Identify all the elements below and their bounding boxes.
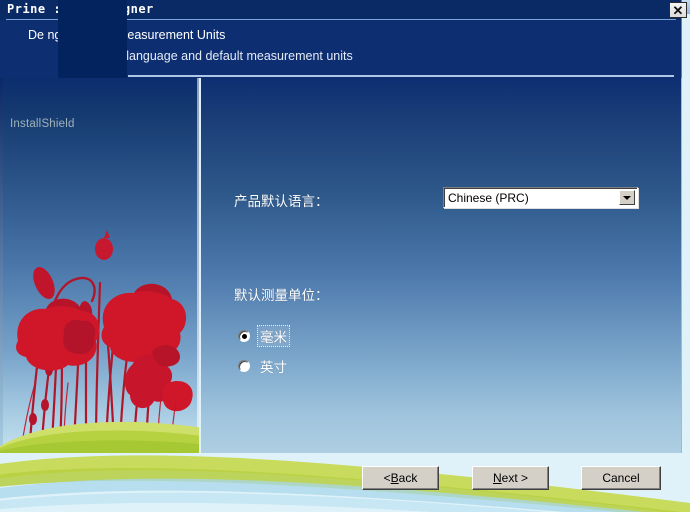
poppy-flowers-illustration (0, 230, 199, 453)
wizard-body: 产品默认语言： Chinese (PRC) 默认测量单位： 毫米 英寸 (0, 78, 690, 512)
cancel-button[interactable]: Cancel (581, 466, 661, 490)
next-button-mnemonic: N (492, 471, 502, 485)
units-radio-inch[interactable]: 英寸 (238, 356, 289, 376)
back-button-mnemonic: B (390, 471, 399, 485)
installer-window: Prine :age Designer ✕ De nguage and Meas… (0, 0, 690, 512)
back-button-prefix: < (383, 471, 391, 485)
header-divider (128, 75, 674, 77)
back-button-suffix: ack (398, 471, 418, 485)
radio-inch-icon[interactable] (238, 360, 250, 372)
units-radio-inch-label: 英寸 (260, 360, 287, 375)
wizard-header-subtitle: erface language and default measurement … (88, 49, 353, 63)
default-language-label: 产品默认语言： (234, 194, 329, 209)
next-button[interactable]: Next > (472, 466, 549, 490)
back-button[interactable]: < Back (362, 466, 439, 490)
units-radio-millimeter[interactable]: 毫米 (238, 325, 290, 347)
overlapping-window-fragment (58, 0, 127, 78)
installshield-brand: InstallShield (10, 118, 75, 130)
default-units-label: 默认测量单位： (234, 288, 329, 303)
units-radio-millimeter-label: 毫米 (257, 325, 290, 347)
radio-millimeter-icon[interactable] (238, 330, 250, 342)
next-button-suffix: ext > (501, 471, 529, 485)
chevron-down-icon[interactable] (619, 190, 635, 205)
wizard-content-panel: 产品默认语言： Chinese (PRC) 默认测量单位： 毫米 英寸 (201, 78, 682, 453)
default-language-value: Chinese (PRC) (448, 191, 529, 205)
close-icon[interactable]: ✕ (669, 2, 687, 18)
wizard-side-graphic (0, 78, 199, 453)
default-language-dropdown[interactable]: Chinese (PRC) (443, 187, 638, 208)
